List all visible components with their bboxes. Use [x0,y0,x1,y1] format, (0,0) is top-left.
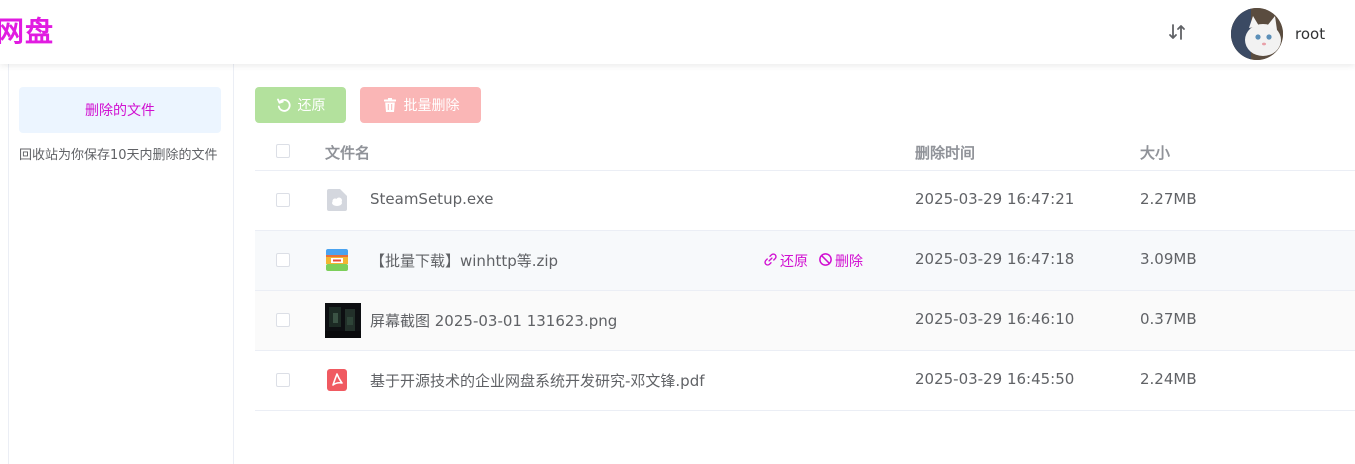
row-checkbox[interactable] [276,373,290,387]
file-name[interactable]: 基于开源技术的企业网盘系统开发研究-邓文锋.pdf [370,370,705,391]
deleted-time: 2025-03-29 16:46:10 [915,310,1075,328]
file-size: 3.09MB [1140,250,1197,268]
zip-archive-icon [325,248,349,272]
sidebar-item-deleted-files[interactable]: 删除的文件 [19,87,221,133]
row-delete-link[interactable]: 删除 [818,251,863,271]
row-delete-label: 删除 [835,254,863,270]
pdf-file-icon [325,368,349,392]
refresh-icon [276,97,292,113]
table-row[interactable]: 屏幕截图 2025-03-01 131623.png 2025-03-29 16… [255,291,1355,351]
batch-delete-label: 批量删除 [403,98,460,114]
column-header-size[interactable]: 大小 [1140,142,1170,163]
row-actions: 还原 删除 [763,251,863,271]
restore-button-label: 还原 [297,98,326,114]
sort-arrows-icon[interactable] [1165,20,1189,44]
trash-icon [382,97,398,113]
exe-file-icon [325,188,349,212]
column-header-name[interactable]: 文件名 [325,142,370,163]
avatar[interactable] [1231,8,1283,60]
file-name[interactable]: 【批量下载】winhttp等.zip [370,250,558,271]
table-row[interactable]: 基于开源技术的企业网盘系统开发研究-邓文锋.pdf 2025-03-29 16:… [255,351,1355,411]
ban-icon [818,252,833,271]
select-all-checkbox[interactable] [276,144,290,158]
file-size: 0.37MB [1140,310,1197,328]
sidebar: 删除的文件 回收站为你保存10天内删除的文件 [8,64,234,464]
link-icon [763,252,778,271]
image-thumbnail [325,303,361,338]
table-header: 文件名 删除时间 大小 [255,130,1355,171]
restore-button[interactable]: 还原 [255,87,346,123]
top-header: 网盘 root [0,0,1355,64]
file-size: 2.24MB [1140,370,1197,388]
row-restore-label: 还原 [780,254,808,270]
deleted-time: 2025-03-29 16:45:50 [915,370,1075,388]
recycle-bin-hint: 回收站为你保存10天内删除的文件 [19,148,218,163]
row-checkbox[interactable] [276,313,290,327]
batch-delete-button[interactable]: 批量删除 [360,87,481,123]
deleted-time: 2025-03-29 16:47:18 [915,250,1075,268]
column-header-deleted-time[interactable]: 删除时间 [915,142,975,163]
file-name[interactable]: SteamSetup.exe [370,190,493,208]
row-checkbox[interactable] [276,253,290,267]
file-name[interactable]: 屏幕截图 2025-03-01 131623.png [370,310,617,331]
row-checkbox[interactable] [276,193,290,207]
table-row[interactable]: 【批量下载】winhttp等.zip 还原 删除 2025-03-29 16:4… [255,231,1355,291]
deleted-files-table: 文件名 删除时间 大小 SteamSetup.exe 2025-03-29 16… [255,130,1355,411]
app-logo[interactable]: 网盘 [0,14,54,50]
file-size: 2.27MB [1140,190,1197,208]
deleted-time: 2025-03-29 16:47:21 [915,190,1075,208]
row-restore-link[interactable]: 还原 [763,251,808,271]
username[interactable]: root [1295,24,1325,44]
table-row[interactable]: SteamSetup.exe 2025-03-29 16:47:21 2.27M… [255,171,1355,231]
